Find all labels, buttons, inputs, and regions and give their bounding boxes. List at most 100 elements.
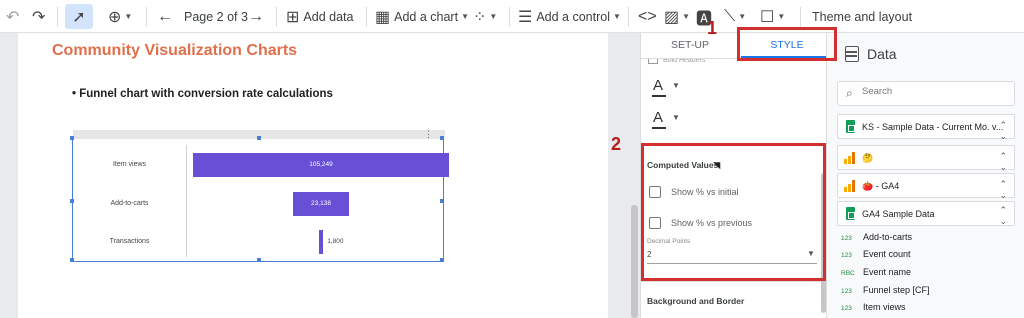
funnel-chart[interactable]: ⋮ Item views 105,249 Add-to-carts 23,138 Tra… [70, 129, 449, 262]
search-icon: ⌕ [846, 86, 853, 100]
data-source-name: 🍅 - GA4 [862, 181, 900, 191]
toolbar: ↶ ↷ ➚ ⊕ ▼ ← Page 2 of 3 → ⊞ Add data ▦ Add … [0, 0, 1024, 33]
field-item[interactable]: 123 Item views [841, 302, 906, 312]
data-source-item[interactable]: 🍅 - GA4 ⌃ ⌄ [837, 173, 1015, 201]
field-name: Item views [863, 302, 906, 312]
undo-button[interactable]: ↶ [6, 0, 19, 33]
data-source-name: GA4 Sample Data [862, 209, 935, 219]
caret-down-icon: ▼ [682, 12, 691, 21]
field-type-icon: 123 [841, 305, 852, 312]
chart-axis-line [186, 145, 187, 257]
field-type-icon: 123 [841, 235, 852, 242]
resize-handle[interactable] [70, 136, 74, 140]
category-label: Transactions [109, 238, 150, 245]
font-color-underline [652, 95, 666, 97]
add-chart-icon: ▦ [375, 8, 391, 26]
bullet-text: • Funnel chart with conversion rate calc… [72, 88, 333, 100]
code-icon: <> [638, 7, 657, 25]
add-data-button[interactable]: ⊞ Add data [286, 0, 353, 33]
previous-page-button[interactable]: ← [157, 0, 173, 33]
image-button[interactable]: ▨ ▼ [664, 0, 690, 33]
field-type-icon: 123 [841, 252, 852, 259]
analytics-icon [844, 152, 858, 164]
redo-button[interactable]: ↷ [32, 0, 45, 33]
category-label: Item views [112, 161, 147, 168]
toolbar-divider [509, 7, 510, 27]
add-control-label: Add a control [536, 9, 611, 24]
caret-down-icon: ▼ [777, 12, 786, 21]
canvas-scrollbar[interactable] [631, 205, 638, 318]
resize-handle[interactable] [70, 258, 74, 262]
analytics-icon [844, 180, 858, 192]
embed-code-button[interactable]: <> [638, 0, 657, 33]
bar-value-label: 1,800 [327, 238, 344, 245]
caret-down-icon: ▼ [613, 12, 621, 21]
resize-handle[interactable] [257, 258, 261, 262]
page-indicator: Page 2 of 3 [184, 9, 248, 24]
field-item[interactable]: RBC Event name [841, 267, 911, 277]
field-name: Event count [863, 249, 911, 259]
bar-value-label: 23,138 [311, 200, 331, 207]
toolbar-divider [276, 7, 277, 27]
add-chart-button[interactable]: ▦ Add a chart ▼ [375, 0, 469, 33]
callout-box-computed-values [641, 143, 826, 281]
caret-down-icon: ▼ [489, 12, 498, 21]
data-source-item[interactable]: KS - Sample Data - Current Mo. v... ⌃ ⌄ [837, 114, 1015, 142]
data-source-item[interactable]: 🤔 ⌃ ⌄ [837, 145, 1015, 173]
arrow-right-icon: → [248, 7, 264, 25]
funnel-bar[interactable] [318, 230, 324, 254]
field-item[interactable]: 123 Add-to-carts [841, 232, 912, 242]
font-color-underline [652, 127, 666, 129]
callout-number-1: 1 [707, 18, 718, 38]
tab-setup[interactable]: SET-UP [651, 33, 729, 58]
report-page: Community Visualization Charts • Funnel … [18, 33, 608, 318]
sheets-icon [846, 207, 855, 220]
field-item[interactable]: 123 Event count [841, 249, 911, 259]
resize-handle[interactable] [440, 199, 444, 203]
partial-checkbox[interactable] [648, 59, 658, 64]
chart-menu-icon[interactable]: ⋮ [424, 129, 433, 140]
sheets-icon [846, 120, 855, 133]
cursor-arrow-icon: ➚ [72, 8, 86, 26]
page-title: Community Visualization Charts [52, 42, 298, 59]
expand-collapse-icon[interactable]: ⌃ ⌄ [999, 205, 1007, 227]
toolbar-divider [628, 7, 629, 27]
bar-value-label: 105,249 [309, 161, 333, 168]
data-panel-icon [845, 46, 859, 62]
expand-collapse-icon[interactable]: ⌃ ⌄ [999, 120, 1007, 142]
community-viz-button[interactable]: ⁘ ▼ [473, 0, 497, 33]
section-divider [641, 281, 827, 282]
add-chart-label: Add a chart [394, 9, 459, 24]
data-panel: Data ⌕ KS - Sample Data - Current Mo. v.… [826, 33, 1024, 318]
callout-number-2: 2 [611, 134, 622, 154]
background-border-heading: Background and Border [647, 296, 745, 306]
callout-box-style-tab [737, 27, 837, 61]
resize-handle[interactable] [440, 136, 444, 140]
add-control-icon: ☰ [518, 8, 533, 26]
select-tool-button[interactable]: ➚ [65, 4, 93, 29]
resize-handle[interactable] [440, 258, 444, 262]
data-source-item[interactable]: GA4 Sample Data ⌃ ⌄ [837, 201, 1015, 226]
next-page-button[interactable]: → [248, 0, 264, 33]
caret-down-icon: ▼ [738, 12, 747, 21]
rectangle-icon: ☐ [760, 8, 775, 26]
resize-handle[interactable] [257, 136, 261, 140]
font-color-picker[interactable]: A ▼ [652, 77, 680, 97]
font-color-picker-2[interactable]: A ▼ [652, 109, 680, 129]
caret-down-icon: ▼ [124, 12, 133, 21]
undo-icon: ↶ [6, 8, 20, 26]
zoom-button[interactable]: ⊕ ▼ [108, 0, 132, 33]
expand-collapse-icon[interactable]: ⌃ ⌄ [999, 179, 1007, 201]
community-viz-icon: ⁘ [473, 8, 487, 26]
field-item[interactable]: 123 Funnel step [CF] [841, 285, 930, 295]
image-icon: ▨ [664, 8, 680, 26]
field-name: Event name [863, 267, 912, 277]
expand-collapse-icon[interactable]: ⌃ ⌄ [999, 151, 1007, 173]
search-box[interactable]: ⌕ [837, 81, 1015, 106]
toolbar-divider [800, 7, 801, 27]
caret-down-icon: ▼ [672, 113, 680, 122]
redo-icon: ↷ [32, 8, 46, 26]
field-name: Funnel step [CF] [863, 285, 930, 295]
search-input[interactable] [862, 86, 1002, 97]
add-control-button[interactable]: ☰ Add a control ▼ [518, 0, 621, 33]
